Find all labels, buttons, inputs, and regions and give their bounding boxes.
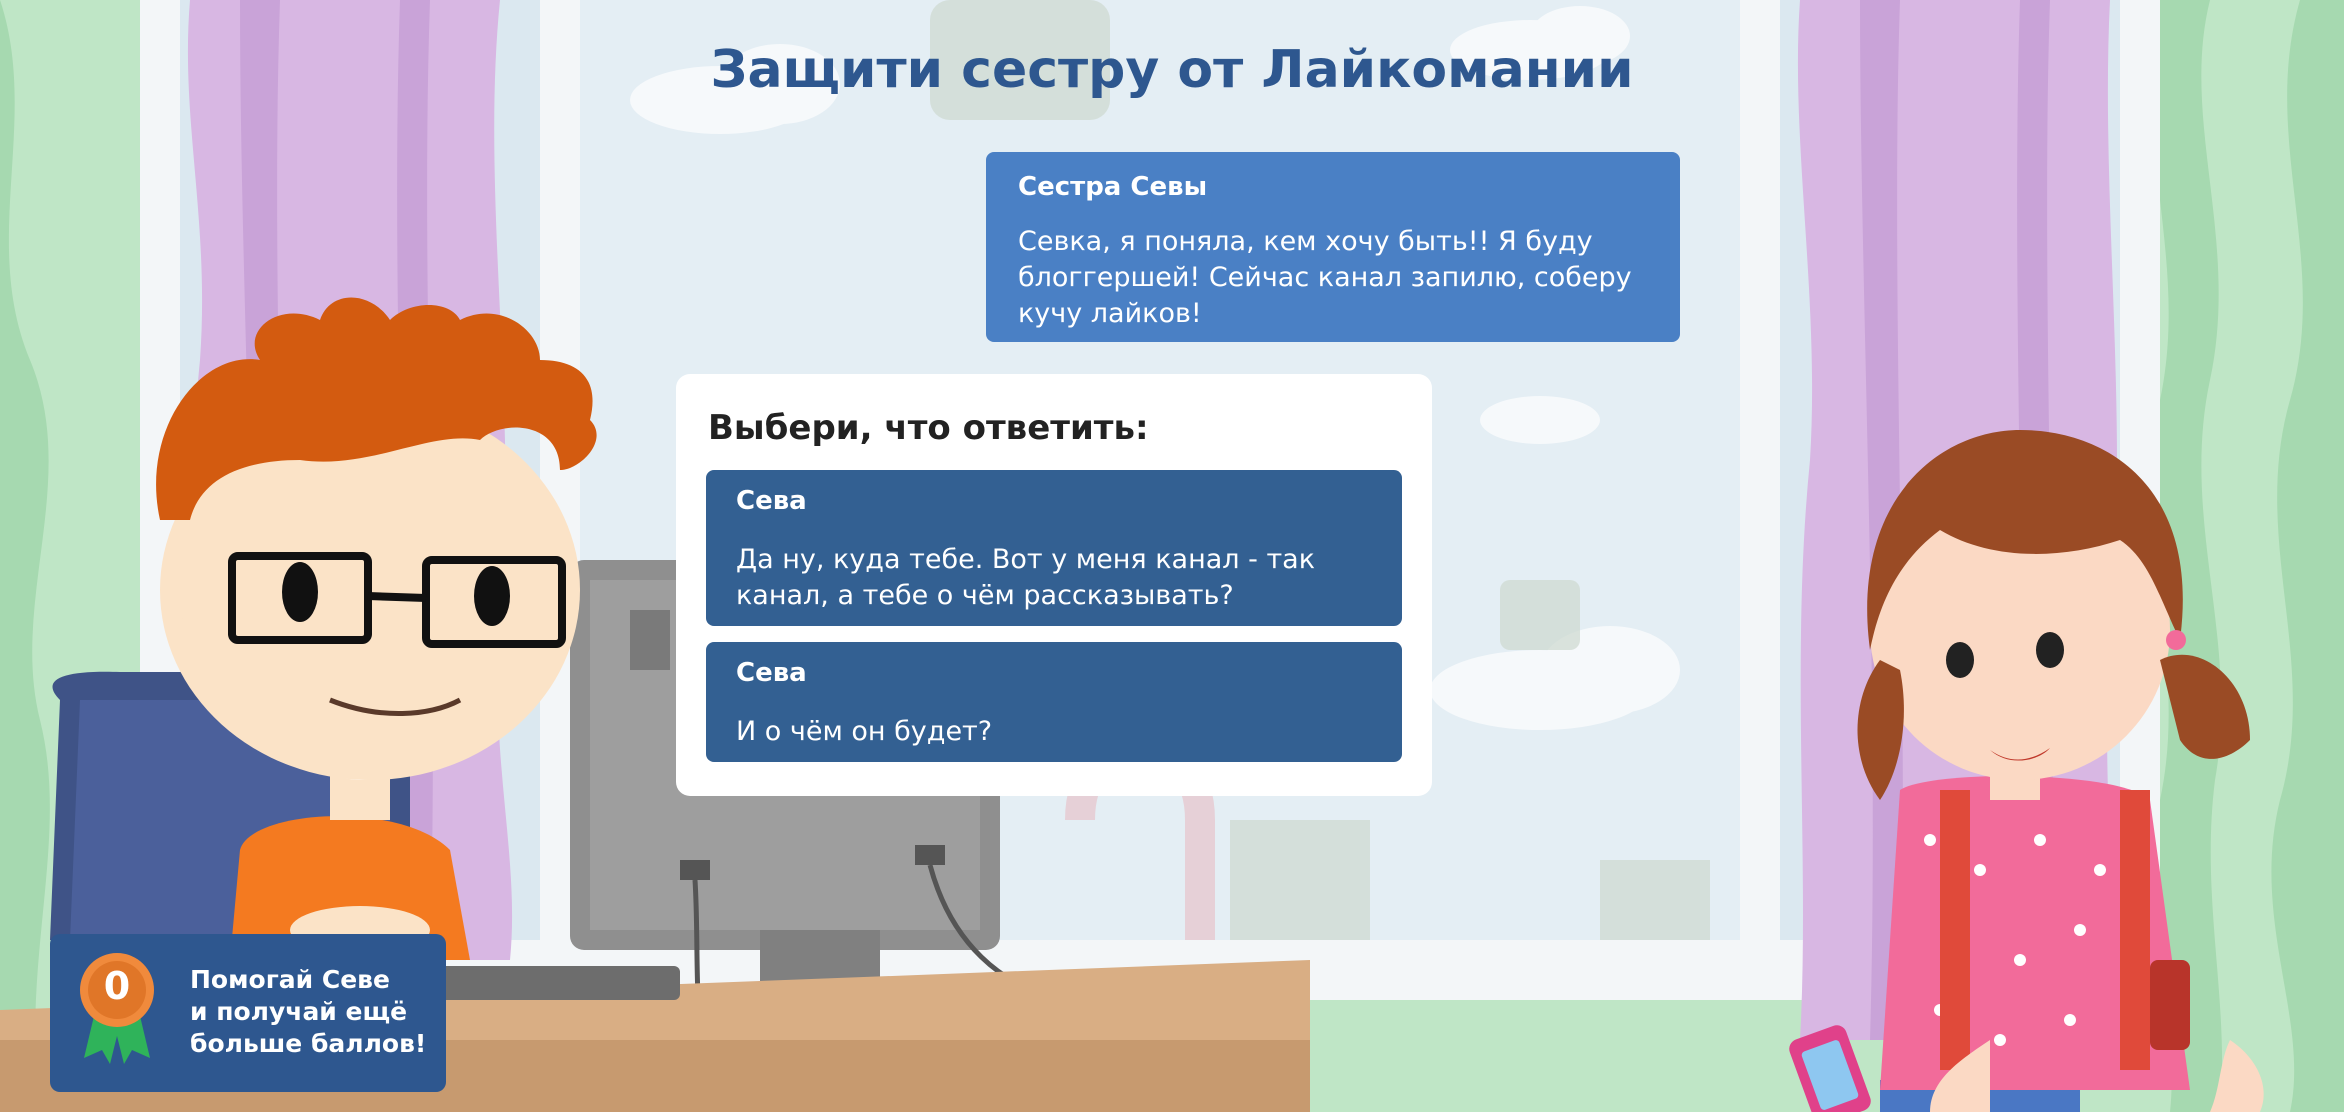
score-message: Помогай Севе и получай ещё больше баллов… — [190, 964, 426, 1060]
medal-icon: 0 — [80, 946, 154, 1066]
score-message-line-2: и получай ещё — [190, 997, 408, 1026]
page-title: Защити сестру от Лайкомании — [710, 40, 1634, 100]
score-message-line-3: больше баллов! — [190, 1029, 427, 1058]
option-text: И о чём он будет? — [736, 716, 993, 747]
answer-choice-panel: Выбери, что ответить: Сева Да ну, куда т… — [676, 374, 1432, 796]
option-speaker-name: Сева — [736, 486, 807, 516]
choice-header: Выбери, что ответить: — [708, 408, 1149, 448]
answer-option-2[interactable]: Сева И о чём он будет? — [706, 642, 1402, 762]
answer-option-1[interactable]: Сева Да ну, куда тебе. Вот у меня канал … — [706, 470, 1402, 626]
score-message-line-1: Помогай Севе — [190, 965, 390, 994]
score-panel: 0 Помогай Севе и получай ещё больше балл… — [50, 934, 446, 1092]
option-speaker-name: Сева — [736, 658, 807, 688]
sister-message-text: Севка, я поняла, кем хочу быть!! Я буду … — [1018, 226, 1632, 329]
option-text: Да ну, куда тебе. Вот у меня канал - так… — [736, 544, 1316, 611]
sister-message-bubble: Сестра Севы Севка, я поняла, кем хочу бы… — [986, 152, 1680, 342]
sister-speaker-name: Сестра Севы — [1018, 172, 1208, 202]
score-value: 0 — [103, 964, 131, 1008]
